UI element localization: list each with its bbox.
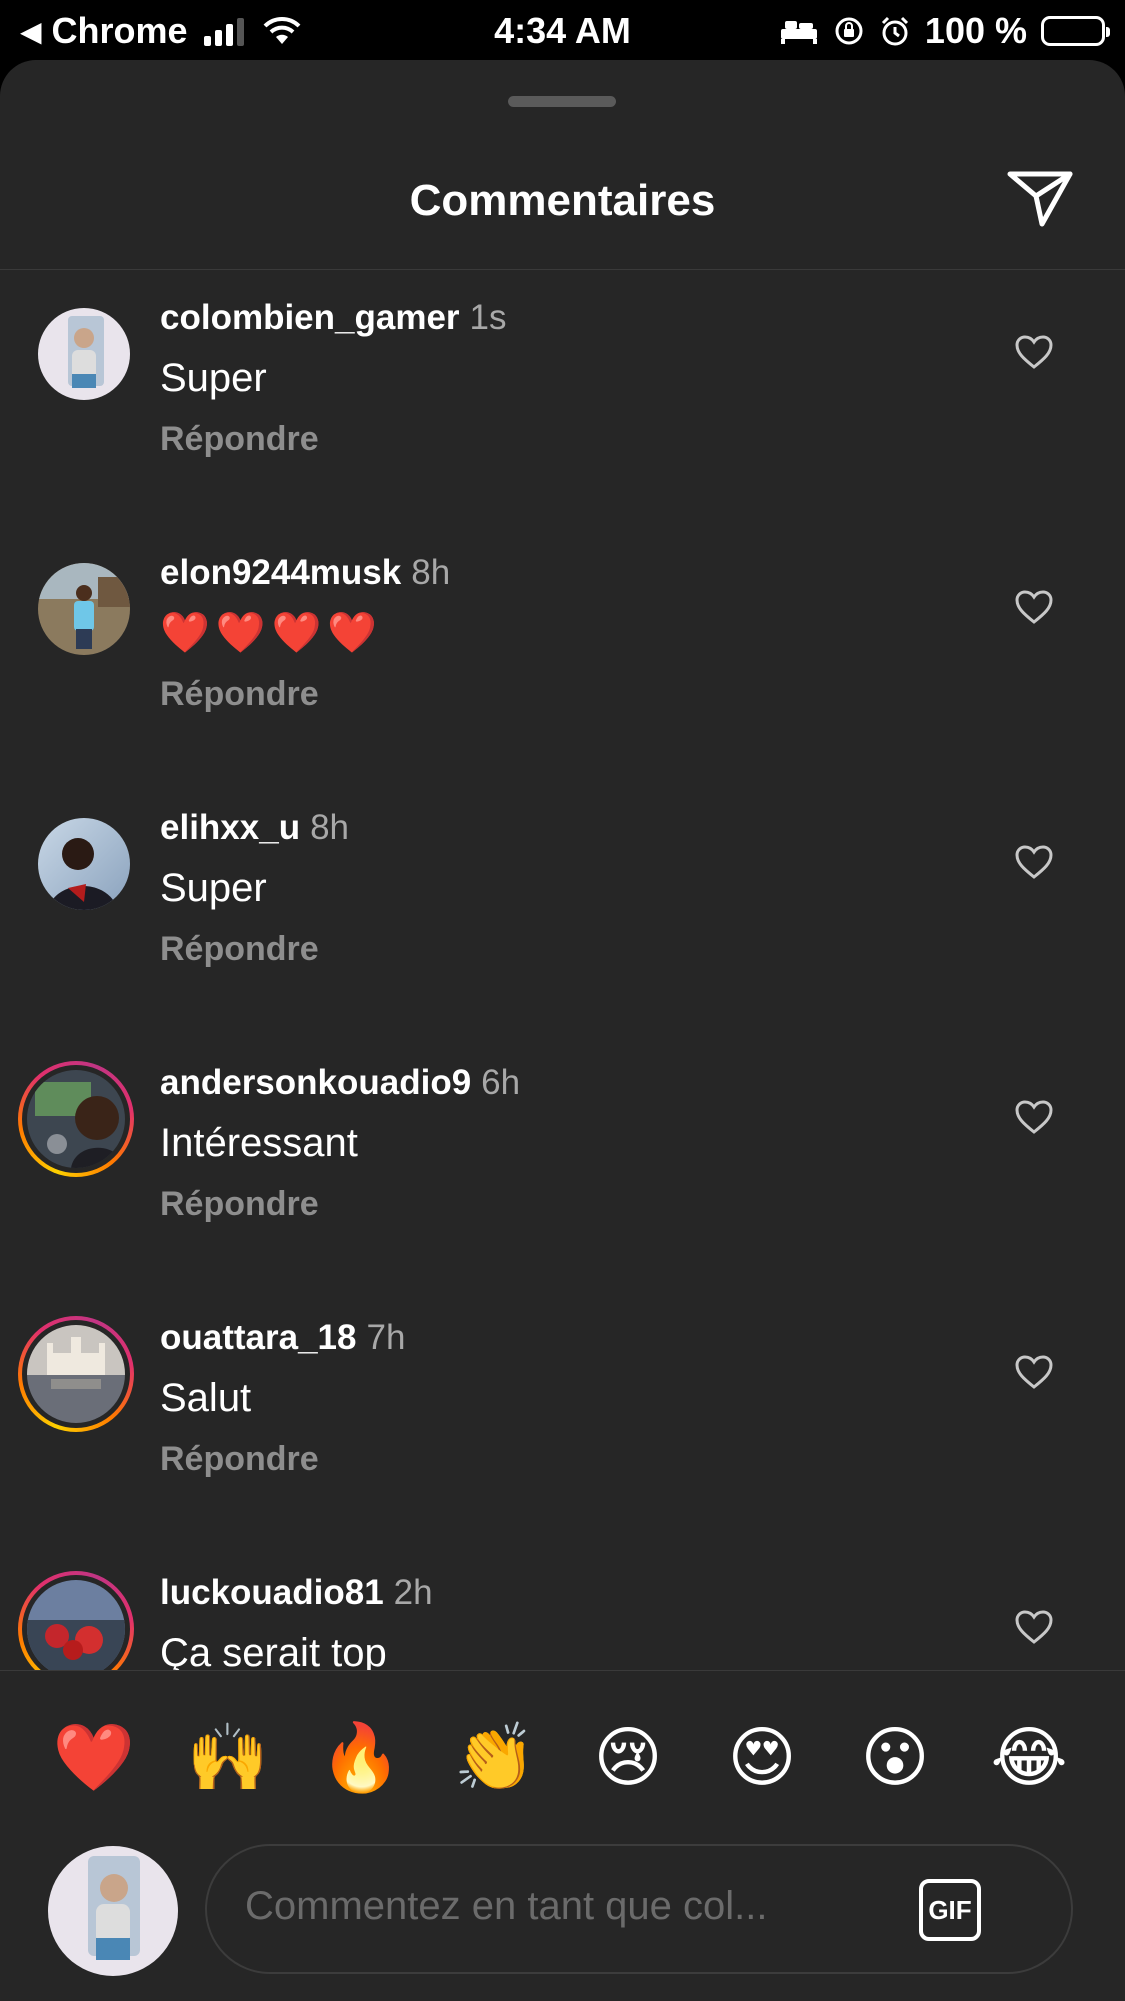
gif-button[interactable]: GIF [919,1879,981,1941]
reply-button[interactable]: Répondre [160,930,319,969]
avatar [27,1325,125,1423]
heart-like-icon[interactable] [1014,844,1054,880]
emoji-cry-button[interactable]: 😢 [578,1712,678,1802]
sheet-title: Commentaires [409,176,716,225]
heart-like-icon[interactable] [1014,589,1054,625]
reply-button[interactable]: Répondre [160,420,319,459]
comment-time: 8h [310,808,350,847]
comments-list[interactable]: colombien_gamer 1s Super Répondre elon924… [0,270,1125,1670]
comment-time: 2h [393,1573,433,1612]
alarm-icon [879,15,911,47]
comments-sheet: Commentaires colombien_gamer 1s Super Rép… [0,60,1125,2001]
story-ring-avatar[interactable] [18,1571,134,1670]
status-right: 100 % [779,10,1110,52]
comment-meta: elon9244musk 8h [160,553,450,593]
emoji-bar-divider [0,1670,1125,1671]
battery-percent: 100 % [924,10,1027,51]
comment-item: luckouadio81 2h Ça serait top [0,1545,1125,1670]
emoji-fire-button[interactable]: 🔥 [311,1712,411,1802]
heart-like-icon[interactable] [1014,1354,1054,1390]
comment-text: Intéressant [160,1121,358,1165]
comment-item: ouattara_18 7h Salut Répondre [0,1290,1125,1545]
comment-username[interactable]: luckouadio81 [160,1573,384,1612]
heart-like-icon[interactable] [1014,334,1054,370]
share-send-button[interactable] [1006,166,1076,230]
heart-like-icon[interactable] [1014,1609,1054,1645]
comment-item: elon9244musk 8h ❤️❤️❤️❤️ Répondre [0,525,1125,780]
emoji-heart-button[interactable]: ❤️ [44,1712,144,1802]
comment-username[interactable]: elon9244musk [160,553,401,592]
avatar[interactable] [38,563,130,655]
status-bar: ◀ Chrome 4:34 AM 100 % [0,0,1125,62]
story-ring-avatar[interactable] [18,1316,134,1432]
emoji-quick-bar: ❤️ 🙌 🔥 👏 😢 😍 😮 😂 [0,1712,1125,1802]
paper-plane-icon [1007,171,1073,227]
reply-button[interactable]: Répondre [160,675,319,714]
battery-icon [1041,16,1110,46]
comment-meta: andersonkouadio9 6h [160,1063,520,1103]
comment-text: Ça serait top [160,1631,387,1670]
comment-composer: Commentez en tant que col... GIF [0,1844,1125,2001]
avatar [27,1070,125,1168]
emoji-heart-eyes-button[interactable]: 😍 [712,1712,812,1802]
comment-item: elihxx_u 8h Super Répondre [0,780,1125,1035]
reply-button[interactable]: Répondre [160,1185,319,1224]
comment-username[interactable]: elihxx_u [160,808,300,847]
sheet-grabber-handle[interactable] [508,96,616,107]
current-user-avatar [48,1846,178,1976]
comment-meta: elihxx_u 8h [160,808,349,848]
emoji-clap-button[interactable]: 👏 [445,1712,545,1802]
comment-input[interactable]: Commentez en tant que col... GIF [205,1844,1073,1974]
comment-time: 6h [481,1063,521,1102]
emoji-surprised-button[interactable]: 😮 [845,1712,945,1802]
comment-item: andersonkouadio9 6h Intéressant Répondre [0,1035,1125,1290]
emoji-laughing-button[interactable]: 😂 [979,1712,1079,1802]
comment-text: ❤️❤️❤️❤️ [160,611,384,655]
bed-icon [779,17,819,45]
heart-like-icon[interactable] [1014,1099,1054,1135]
avatar [27,1580,125,1670]
comment-text: Super [160,866,267,910]
comment-meta: colombien_gamer 1s [160,298,507,338]
comment-meta: luckouadio81 2h [160,1573,433,1613]
comment-text: Salut [160,1376,252,1420]
rotation-lock-icon [833,15,865,47]
comment-input-placeholder: Commentez en tant que col... [245,1884,768,1928]
reply-button[interactable]: Répondre [160,1440,319,1479]
comment-item: colombien_gamer 1s Super Répondre [0,270,1125,525]
comment-time: 1s [469,298,507,337]
story-ring-avatar[interactable] [18,1061,134,1177]
comment-meta: ouattara_18 7h [160,1318,405,1358]
comment-time: 8h [411,553,451,592]
avatar[interactable] [38,308,130,400]
comment-text: Super [160,356,267,400]
emoji-raised-hands-button[interactable]: 🙌 [178,1712,278,1802]
comment-username[interactable]: colombien_gamer [160,298,460,337]
comment-username[interactable]: ouattara_18 [160,1318,356,1357]
avatar[interactable] [38,818,130,910]
comment-time: 7h [366,1318,406,1357]
comment-username[interactable]: andersonkouadio9 [160,1063,471,1102]
